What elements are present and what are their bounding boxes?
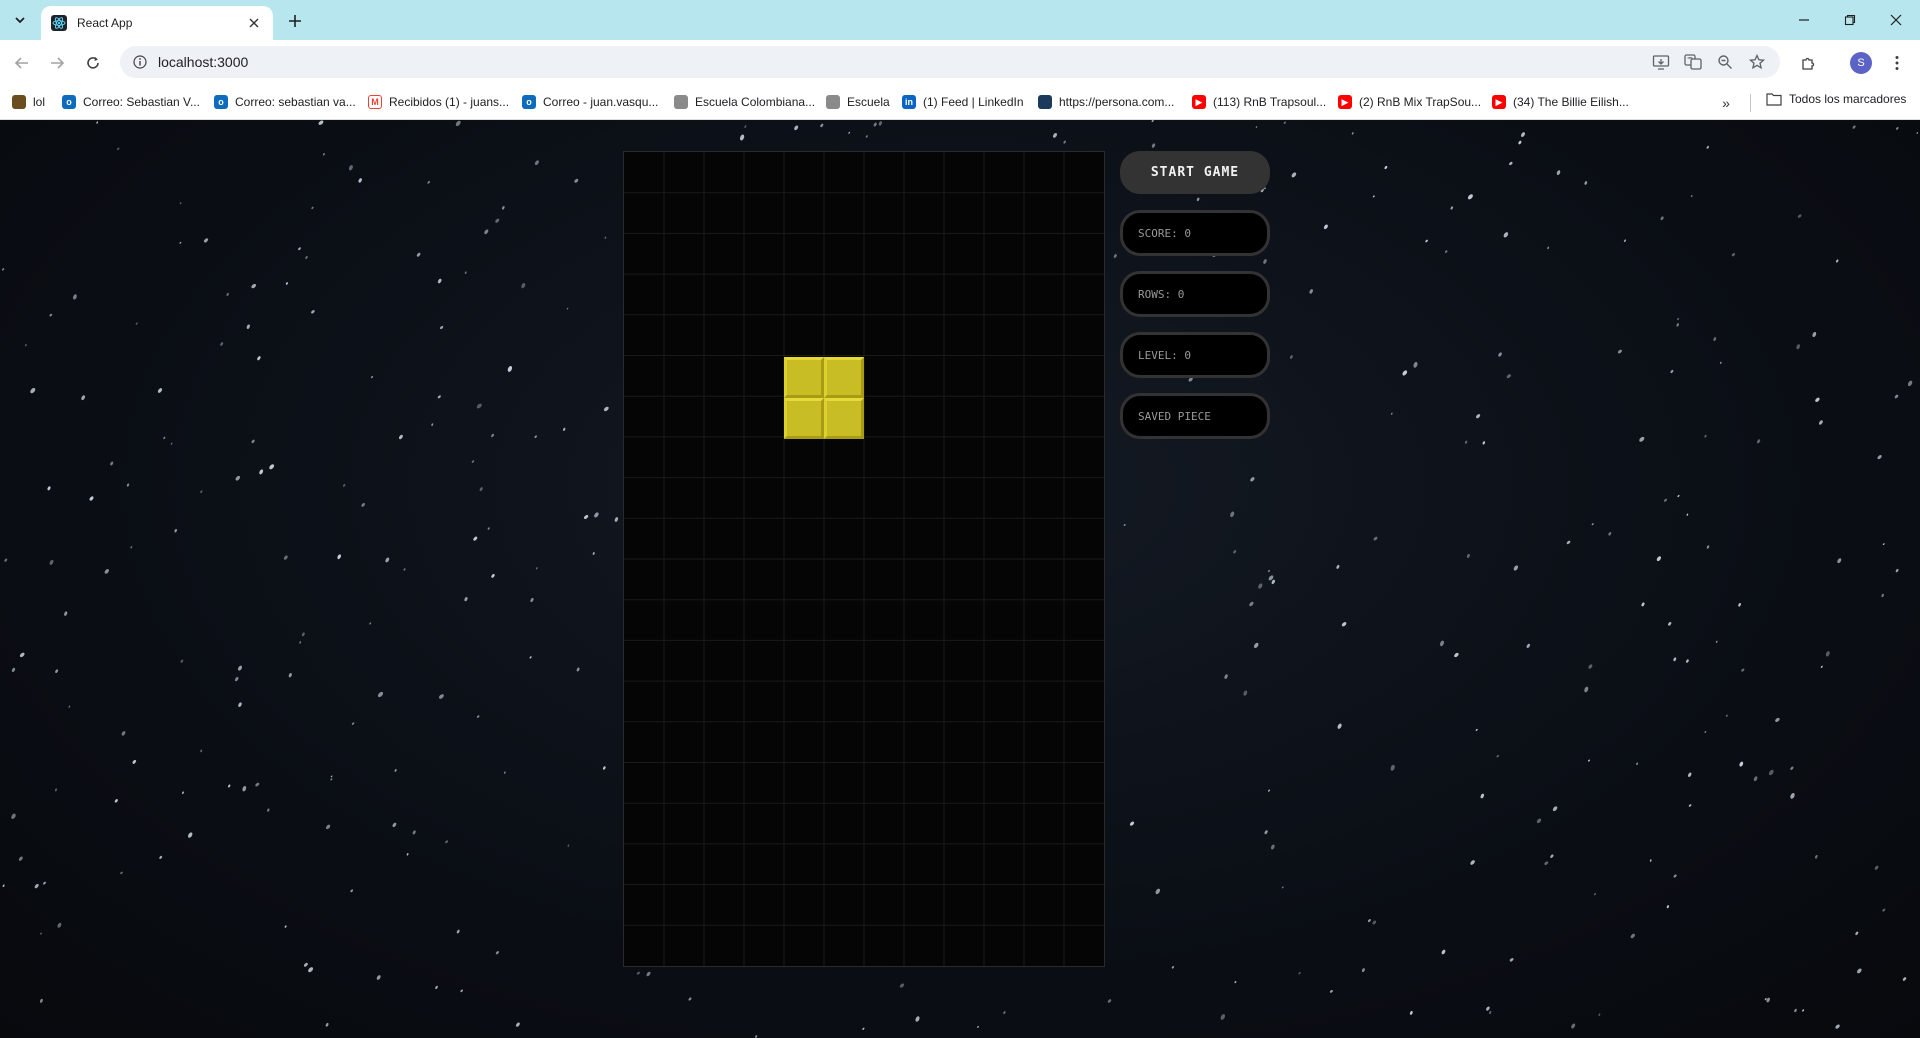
- all-bookmarks-folder[interactable]: Todos los marcadores: [1766, 92, 1906, 106]
- bookmark-label: Correo - juan.vasqu...: [543, 95, 659, 109]
- restore-icon[interactable]: [1832, 8, 1868, 32]
- youtube-icon: ▶: [1192, 95, 1206, 109]
- forward-arrow-icon[interactable]: [44, 50, 70, 76]
- bookmark-label: (2) RnB Mix TrapSou...: [1359, 95, 1482, 109]
- more-bookmarks-chevron-icon[interactable]: »: [1716, 93, 1736, 113]
- youtube-icon: ▶: [1492, 95, 1506, 109]
- bookmark-item[interactable]: M Recibidos (1) - juans...: [368, 92, 509, 112]
- back-arrow-icon[interactable]: [9, 50, 35, 76]
- install-app-icon[interactable]: [1650, 52, 1672, 72]
- bookmark-label: Escuela Colombiana...: [695, 95, 816, 109]
- bookmark-item[interactable]: o Correo: sebastian va...: [214, 92, 356, 112]
- bookmarks-divider: [1750, 94, 1751, 112]
- linkedin-icon: in: [902, 95, 916, 109]
- bookmark-item[interactable]: lol: [12, 92, 45, 112]
- tetromino-o-cell: [824, 398, 864, 439]
- bookmarks-bar: lol o Correo: Sebastian V... o Correo: seb…: [0, 85, 1920, 120]
- close-tab-icon[interactable]: [245, 14, 263, 32]
- bookmark-label: Correo: sebastian va...: [235, 95, 356, 109]
- gmail-icon: M: [368, 95, 382, 109]
- site-info-icon[interactable]: [132, 54, 148, 70]
- bookmark-item[interactable]: o Correo - juan.vasqu...: [522, 92, 658, 112]
- bookmark-label: Recibidos (1) - juans...: [389, 95, 510, 109]
- url-text: localhost:3000: [158, 54, 249, 70]
- folder-icon: [1766, 92, 1782, 106]
- bookmark-favicon-icon: [12, 95, 26, 109]
- bookmark-item[interactable]: ▶ (2) RnB Mix TrapSou...: [1338, 92, 1481, 112]
- tetris-stage: [623, 151, 1105, 967]
- bookmark-item[interactable]: o Correo: Sebastian V...: [62, 92, 200, 112]
- all-bookmarks-label: Todos los marcadores: [1789, 92, 1907, 106]
- zoom-icon[interactable]: [1714, 52, 1736, 72]
- menu-dots-icon[interactable]: [1884, 50, 1910, 76]
- rows-display: ROWS: 0: [1120, 271, 1270, 317]
- browser-tab[interactable]: React App: [41, 6, 273, 40]
- minimize-icon[interactable]: [1786, 8, 1822, 32]
- bookmark-item[interactable]: Escuela Colombiana...: [674, 92, 815, 112]
- tetromino-o-cell: [784, 357, 824, 398]
- bookmark-label: (1) Feed | LinkedIn: [923, 95, 1024, 109]
- tab-strip: React App: [0, 0, 1920, 40]
- youtube-icon: ▶: [1338, 95, 1352, 109]
- bookmark-label: https://persona.com...: [1059, 95, 1175, 109]
- bookmark-label: Escuela: [847, 95, 890, 109]
- bookmark-item[interactable]: Escuela: [826, 92, 890, 112]
- react-logo-icon: [51, 15, 67, 31]
- bookmark-item[interactable]: in (1) Feed | LinkedIn: [902, 92, 1024, 112]
- score-display: SCORE: 0: [1120, 210, 1270, 256]
- level-display: LEVEL: 0: [1120, 332, 1270, 378]
- extensions-puzzle-icon[interactable]: [1795, 50, 1821, 76]
- close-window-icon[interactable]: [1878, 8, 1914, 32]
- bookmark-label: (113) RnB Trapsoul...: [1213, 95, 1327, 109]
- bookmark-label: Correo: Sebastian V...: [83, 95, 200, 109]
- app-viewport: START GAME SCORE: 0 ROWS: 0 LEVEL: 0 SAV…: [0, 120, 1920, 1038]
- reload-icon[interactable]: [80, 50, 106, 76]
- address-bar[interactable]: localhost:3000: [120, 46, 1780, 78]
- persona-icon: [1038, 95, 1052, 109]
- school-icon: [674, 95, 688, 109]
- bookmark-item[interactable]: ▶ (34) The Billie Eilish...: [1492, 92, 1629, 112]
- tab-search-chevron-icon[interactable]: [8, 8, 32, 32]
- bookmark-star-icon[interactable]: [1746, 52, 1768, 72]
- bookmark-label: lol: [33, 95, 46, 109]
- translate-icon[interactable]: [1682, 52, 1704, 72]
- stage-grid: [624, 152, 1104, 966]
- school-icon: [826, 95, 840, 109]
- profile-avatar[interactable]: S: [1850, 52, 1872, 74]
- tetromino-o-cell: [784, 398, 824, 439]
- browser-toolbar: localhost:3000 S: [0, 40, 1920, 85]
- outlook-icon: o: [62, 95, 76, 109]
- bookmark-item[interactable]: ▶ (113) RnB Trapsoul...: [1192, 92, 1326, 112]
- new-tab-plus-icon[interactable]: [282, 8, 308, 34]
- start-game-button[interactable]: START GAME: [1120, 151, 1270, 194]
- outlook-icon: o: [214, 95, 228, 109]
- saved-piece-display: SAVED PIECE: [1120, 393, 1270, 439]
- tetromino-o-cell: [824, 357, 864, 398]
- outlook-icon: o: [522, 95, 536, 109]
- bookmark-label: (34) The Billie Eilish...: [1513, 95, 1629, 109]
- tab-title: React App: [77, 16, 133, 30]
- bookmark-item[interactable]: https://persona.com...: [1038, 92, 1174, 112]
